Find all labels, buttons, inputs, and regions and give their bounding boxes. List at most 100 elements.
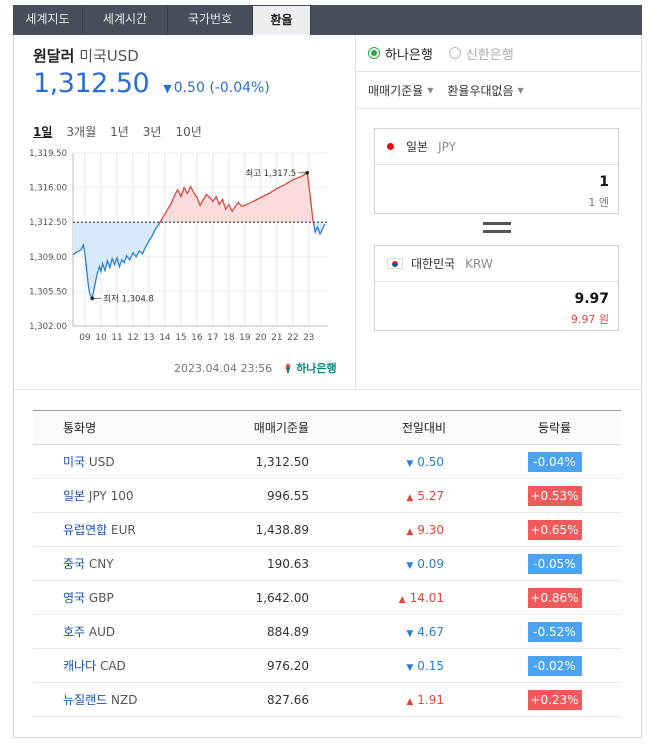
currency-cell: 영국 GBP xyxy=(33,580,183,615)
y-tick-label: 1,316.00 xyxy=(29,184,67,194)
base-rate-cell: 996.55 xyxy=(183,478,313,513)
change-value: 0.09 xyxy=(417,556,444,571)
x-tick-label: 11 xyxy=(111,333,122,343)
currency-link[interactable]: 캐나다 CAD xyxy=(63,659,126,673)
currency-country: 캐나다 xyxy=(63,659,97,673)
section-divider xyxy=(14,389,641,390)
top-tabs: 세계지도 세계시간 국가번호 환율 xyxy=(13,5,642,35)
table-row: 중국 CNY 190.63 ▼ 0.09 -0.05% xyxy=(33,546,621,581)
col-base-rate: 매매기준율 xyxy=(183,410,313,445)
period-10y[interactable]: 10년 xyxy=(175,123,201,140)
converter-to-box: 대한민국 KRW 9.97 9.97 원 xyxy=(374,245,619,331)
change-pct-cell: -0.02% xyxy=(488,648,621,683)
currency-link[interactable]: 유럽연합 EUR xyxy=(63,523,136,537)
change-value: 9.30 xyxy=(417,522,444,537)
table-row: 유럽연합 EUR 1,438.89 ▲ 9.30 +0.65% xyxy=(33,512,621,547)
min-label: 최저 1,304.8 xyxy=(103,293,154,304)
change-pct-cell: -0.05% xyxy=(488,546,621,581)
chart-timestamp: 2023.04.04 23:56 xyxy=(174,361,273,375)
x-tick-label: 13 xyxy=(143,333,154,343)
radio-unselected-icon xyxy=(448,47,461,59)
equals-icon xyxy=(483,222,511,238)
area-above-baseline xyxy=(160,172,314,223)
base-rate-cell: 976.20 xyxy=(183,648,313,683)
rate-options: 매매기준율 ▼ 환율우대없음 ▼ xyxy=(356,72,641,109)
change-value: 4.67 xyxy=(417,624,444,639)
x-tick-label: 19 xyxy=(239,333,251,343)
triangle-down-icon: ▼ xyxy=(163,82,172,95)
base-rate-cell: 1,642.00 xyxy=(183,580,313,615)
y-tick-label: 1,302.00 xyxy=(29,322,67,332)
title-main: 원달러 xyxy=(33,47,75,65)
from-code: JPY xyxy=(438,139,456,154)
currency-cell: 캐나다 CAD xyxy=(33,648,183,683)
x-tick-label: 16 xyxy=(191,333,203,343)
change-value: 0.15 xyxy=(417,658,444,673)
change-cell: ▲ 1.91 xyxy=(313,682,488,717)
radio-selected-icon xyxy=(368,47,380,59)
tab-exchange-rate[interactable]: 환율 xyxy=(253,5,311,35)
x-tick-label: 15 xyxy=(175,333,186,343)
x-tick-label: 14 xyxy=(159,333,171,343)
y-tick-label: 1,312.50 xyxy=(29,218,67,228)
currency-country: 일본 xyxy=(63,489,86,503)
to-amount-field[interactable]: 9.97 9.97 원 xyxy=(375,282,618,330)
rate-change: ▼ 0.50 (-0.04%) xyxy=(163,80,270,96)
tab-world-map[interactable]: 세계지도 xyxy=(13,5,83,35)
bank-radio-hana[interactable]: 하나은행 xyxy=(368,44,433,63)
period-3m[interactable]: 3개월 xyxy=(66,123,96,140)
to-currency-select[interactable]: 대한민국 KRW xyxy=(375,246,618,282)
currency-link[interactable]: 영국 GBP xyxy=(63,591,114,605)
from-amount-field[interactable]: 1 1 엔 xyxy=(375,165,618,213)
rate-type-dropdown[interactable]: 매매기준율 ▼ xyxy=(368,82,433,99)
y-tick-label: 1,305.50 xyxy=(29,287,67,297)
change-pct-badge: -0.02% xyxy=(527,655,582,676)
change-pct-cell: -0.04% xyxy=(488,444,621,479)
base-rate-cell: 1,438.89 xyxy=(183,512,313,547)
currency-link[interactable]: 일본 JPY 100 xyxy=(63,489,133,503)
period-1y[interactable]: 1년 xyxy=(110,123,129,140)
tab-world-time[interactable]: 세계시간 xyxy=(83,5,168,35)
bank-selector: 하나은행 신한은행 xyxy=(356,35,641,72)
base-rate-cell: 190.63 xyxy=(183,546,313,581)
currency-code: GBP xyxy=(88,591,114,605)
hana-bank-logo-text: 하나은행 xyxy=(296,362,337,375)
rate-change-text: 0.50 (-0.04%) xyxy=(173,80,270,96)
rate-chart: 09 10 11 12 13 14 15 16 17 18 19 20 21 22 23 1,319.50 1,… xyxy=(29,149,328,343)
triangle-up-icon: ▲ xyxy=(398,594,406,605)
change-value: 0.50 xyxy=(417,454,444,469)
col-change: 전일대비 xyxy=(313,410,488,445)
table-row: 뉴질랜드 NZD 827.66 ▲ 1.91 +0.23% xyxy=(33,682,621,717)
currency-link[interactable]: 호주 AUD xyxy=(63,625,115,639)
change-pct-badge: -0.04% xyxy=(527,451,582,472)
bank-radio-shinhan[interactable]: 신한은행 xyxy=(448,44,514,63)
change-pct-cell: +0.23% xyxy=(488,682,621,717)
from-unit: 1 엔 xyxy=(588,196,609,209)
chart-footer: 2023.04.04 23:56 하나은행 xyxy=(174,360,337,376)
period-3y[interactable]: 3년 xyxy=(143,123,162,140)
change-pct-badge: -0.52% xyxy=(527,621,582,642)
currency-code: NZD xyxy=(111,693,138,707)
to-code: KRW xyxy=(465,256,493,271)
korea-flag-icon xyxy=(387,258,403,269)
currency-country: 유럽연합 xyxy=(63,523,108,537)
x-tick-label: 12 xyxy=(127,333,138,343)
currency-link[interactable]: 미국 USD xyxy=(63,455,115,469)
base-rate-cell: 884.89 xyxy=(183,614,313,649)
currency-cell: 뉴질랜드 NZD xyxy=(33,682,183,717)
y-tick-label: 1,319.50 xyxy=(29,149,67,159)
triangle-down-icon: ▼ xyxy=(406,662,414,673)
change-pct-badge: +0.86% xyxy=(527,587,582,608)
max-label: 최고 1,317.5 xyxy=(245,168,296,179)
change-cell: ▼ 4.67 xyxy=(313,614,488,649)
currency-link[interactable]: 뉴질랜드 NZD xyxy=(63,693,137,707)
preferential-dropdown[interactable]: 환율우대없음 ▼ xyxy=(447,82,523,99)
tab-country-code[interactable]: 국가번호 xyxy=(168,5,253,35)
currency-link[interactable]: 중국 CNY xyxy=(63,557,114,571)
to-country: 대한민국 xyxy=(411,257,456,271)
period-1d[interactable]: 1일 xyxy=(33,123,52,140)
change-cell: ▲ 14.01 xyxy=(313,580,488,615)
from-currency-select[interactable]: 일본 JPY xyxy=(375,129,618,165)
table-row: 일본 JPY 100 996.55 ▲ 5.27 +0.53% xyxy=(33,478,621,513)
change-cell: ▼ 0.50 xyxy=(313,444,488,479)
